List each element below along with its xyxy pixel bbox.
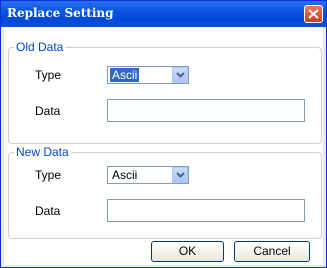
- old-data-legend: Old Data: [14, 40, 66, 54]
- old-type-dropdown-button[interactable]: [172, 67, 188, 83]
- cancel-button[interactable]: Cancel: [234, 241, 310, 262]
- replace-setting-dialog: Replace Setting Old Data Type Ascii Data: [0, 0, 327, 268]
- new-data-legend: New Data: [14, 145, 71, 159]
- old-data-label: Data: [35, 104, 61, 118]
- old-type-label: Type: [35, 68, 62, 82]
- new-data-label: Data: [35, 204, 61, 218]
- new-type-label: Type: [35, 168, 62, 182]
- old-type-value: Ascii: [110, 68, 140, 82]
- old-type-select[interactable]: Ascii: [107, 66, 189, 84]
- close-button[interactable]: [304, 5, 323, 23]
- new-type-dropdown-button[interactable]: [172, 167, 188, 183]
- old-data-input[interactable]: [107, 99, 305, 122]
- ok-button[interactable]: OK: [151, 241, 224, 262]
- old-data-group: Old Data Type Ascii Data: [8, 40, 322, 144]
- new-type-value: Ascii: [112, 168, 138, 182]
- chevron-down-icon: [176, 72, 185, 78]
- window-title: Replace Setting: [7, 6, 114, 20]
- new-type-select[interactable]: Ascii: [107, 166, 189, 184]
- new-data-input[interactable]: [107, 199, 305, 222]
- chevron-down-icon: [176, 172, 185, 178]
- dialog-body: Old Data Type Ascii Data New Data Type A…: [4, 27, 323, 265]
- new-data-group: New Data Type Ascii Data: [8, 145, 322, 239]
- title-bar[interactable]: Replace Setting: [1, 1, 326, 27]
- close-icon: [308, 9, 319, 19]
